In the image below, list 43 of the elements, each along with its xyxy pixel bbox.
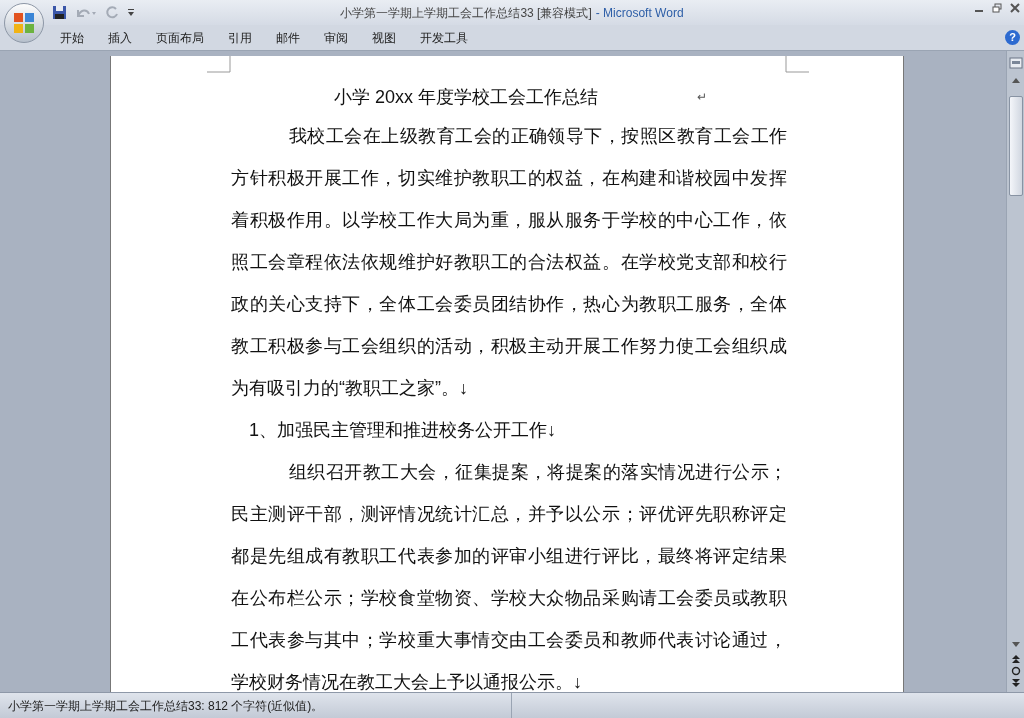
- ribbon-tab[interactable]: 视图: [360, 28, 408, 47]
- text-line: 着积极作用。以学校工作大局为重，服从服务于学校的中心工作，依: [231, 208, 787, 232]
- logo-icon: [12, 11, 36, 35]
- save-icon[interactable]: [52, 5, 67, 20]
- text-line: 民主测评干部，测评情况统计汇总，并予以公示；评优评先职称评定: [231, 502, 787, 526]
- status-text: 小学第一学期上学期工会工作总结33: 812 个字符(近似值)。: [8, 697, 324, 715]
- text-line: 照工会章程依法依规维护好教职工的合法权益。在学校党支部和校行: [231, 250, 787, 274]
- app-name: - Microsoft Word: [595, 5, 684, 22]
- ribbon-tab[interactable]: 开发工具: [408, 28, 480, 47]
- ribbon-tab[interactable]: 插入: [96, 28, 144, 47]
- ribbon-tab[interactable]: 引用: [216, 28, 264, 47]
- ribbon-tab[interactable]: 审阅: [312, 28, 360, 47]
- text-line: 教工积极参与工会组织的活动，积极主动开展工作努力使工会组织成: [231, 334, 787, 358]
- dropdown-icon[interactable]: [127, 7, 135, 18]
- corner-mark: [207, 56, 231, 73]
- scroll-up-icon[interactable]: [1010, 76, 1021, 84]
- ruler-toggle-icon[interactable]: [1008, 56, 1023, 70]
- ribbon-tab[interactable]: 邮件: [264, 28, 312, 47]
- text-line: 组织召开教工大会，征集提案，将提案的落实情况进行公示；: [289, 460, 787, 484]
- help-button[interactable]: ?: [1005, 30, 1020, 45]
- office-button[interactable]: [4, 3, 44, 43]
- window-title: 小学第一学期上学期工会工作总结33 [兼容模式]: [340, 5, 592, 22]
- scrollbar-thumb[interactable]: [1008, 96, 1023, 196]
- section-heading: 1、加强民主管理和推进校务公开工作↓: [249, 418, 556, 442]
- text-line: 学校财务情况在教工大会上予以通报公示。↓: [231, 670, 582, 692]
- ribbon-tab[interactable]: 开始: [48, 28, 96, 47]
- text-line: 政的关心支持下，全体工会委员团结协作，热心为教职工服务，全体: [231, 292, 787, 316]
- text-line: 方针积极开展工作，切实维护教职工的权益，在构建和谐校园中发挥: [231, 166, 787, 190]
- previous-page-icon[interactable]: [1010, 654, 1021, 664]
- text-line: 我校工会在上级教育工会的正确领导下，按照区教育工会工作: [289, 124, 787, 148]
- restore-icon[interactable]: [992, 3, 1002, 13]
- paragraph-mark: ↵: [697, 89, 707, 106]
- text-line: 为有吸引力的“教职工之家”。↓: [231, 376, 468, 400]
- text-line: 在公布栏公示；学校食堂物资、学校大众物品采购请工会委员或教职: [231, 586, 787, 610]
- browse-object-icon[interactable]: [1010, 666, 1021, 676]
- text-line: 工代表参与其中；学校重大事情交由工会委员和教师代表讨论通过，: [231, 628, 787, 652]
- close-icon[interactable]: [1010, 3, 1020, 13]
- scroll-down-icon[interactable]: [1010, 641, 1021, 649]
- document-title: 小学 20xx 年度学校工会工作总结: [334, 85, 599, 109]
- next-page-icon[interactable]: [1010, 678, 1021, 688]
- ribbon-tab[interactable]: 页面布局: [144, 28, 216, 47]
- corner-mark: [785, 56, 809, 73]
- text-line: 都是先组成有教职工代表参加的评审小组进行评比，最终将评定结果: [231, 544, 787, 568]
